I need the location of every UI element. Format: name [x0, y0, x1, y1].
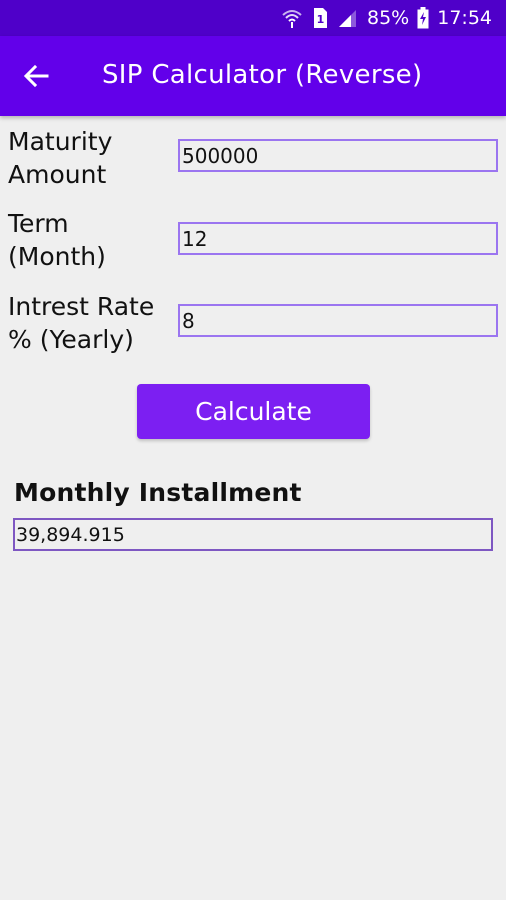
- wifi-icon: [281, 7, 303, 29]
- monthly-installment-label: Monthly Installment: [14, 478, 302, 507]
- page-title: SIP Calculator (Reverse): [102, 60, 423, 90]
- term-label-line2: (Month): [8, 242, 106, 271]
- sim-icon: 1: [311, 7, 329, 29]
- back-button[interactable]: [18, 58, 54, 94]
- maturity-amount-input[interactable]: [178, 139, 498, 172]
- term-label-line1: Term: [8, 209, 69, 238]
- monthly-installment-value: 39,894.915: [13, 518, 493, 551]
- app-bar: SIP Calculator (Reverse): [0, 36, 506, 116]
- status-bar: 1 85% 17:54: [0, 0, 506, 36]
- maturity-label-line2: Amount: [8, 160, 107, 189]
- maturity-amount-label: Maturity Amount: [8, 125, 178, 191]
- arrow-left-icon: [23, 64, 49, 88]
- interest-rate-input[interactable]: [178, 304, 498, 337]
- battery-percentage: 85%: [367, 7, 410, 29]
- maturity-label-line1: Maturity: [8, 127, 113, 156]
- term-label: Term (Month): [8, 207, 178, 273]
- rate-label-line2: % (Yearly): [8, 325, 134, 354]
- rate-label-line1: Intrest Rate: [8, 292, 155, 321]
- calculate-button[interactable]: Calculate: [137, 384, 370, 439]
- clock: 17:54: [437, 7, 492, 29]
- sim-slot-number: 1: [317, 13, 325, 26]
- term-input[interactable]: [178, 222, 498, 255]
- signal-icon: [337, 8, 359, 28]
- battery-charging-icon: [417, 7, 429, 29]
- interest-rate-label: Intrest Rate % (Yearly): [8, 290, 178, 356]
